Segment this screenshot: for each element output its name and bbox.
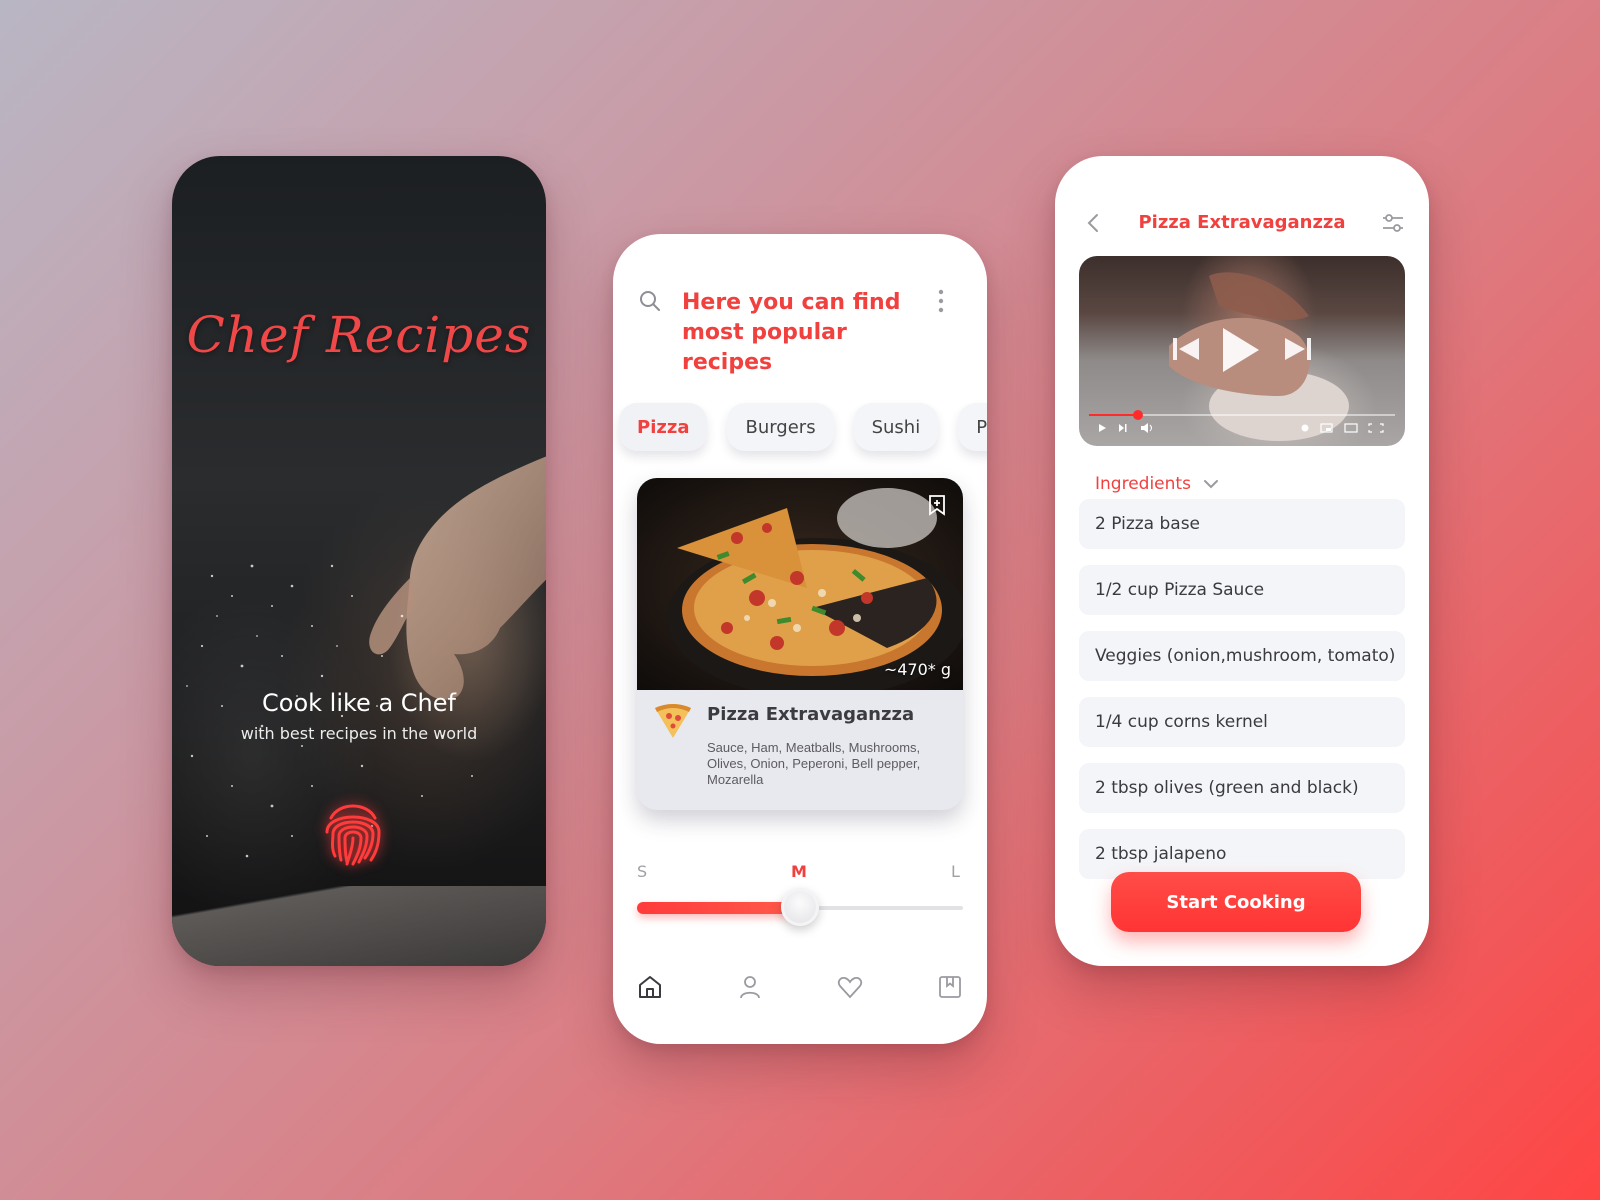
heart-icon[interactable] xyxy=(837,974,863,1000)
video-progress-fill xyxy=(1089,414,1138,416)
ingredients-toggle[interactable]: Ingredients xyxy=(1095,474,1219,494)
size-label-l[interactable]: L xyxy=(951,862,960,881)
subheadline: with best recipes in the world xyxy=(240,724,478,743)
next-small-icon[interactable] xyxy=(1119,424,1127,432)
fullscreen-icon[interactable] xyxy=(1368,423,1384,433)
home-icon[interactable] xyxy=(637,974,663,1000)
ingredients-label: Ingredients xyxy=(1095,474,1191,494)
recipe-card[interactable]: ~470* g Pizza Extravaganzza Sauce, Ham, … xyxy=(637,478,963,810)
recipe-ingredients: Sauce, Ham, Meatballs, Mushrooms, Olives… xyxy=(707,740,921,787)
theater-icon[interactable] xyxy=(1344,423,1358,433)
search-icon[interactable] xyxy=(639,290,661,312)
brand-title: Chef Recipes xyxy=(186,306,532,364)
recipes-screen: Here you can find most popular recipes P… xyxy=(613,234,987,1044)
pizza-photo xyxy=(637,478,963,690)
ingredients-list: 2 Pizza base 1/2 cup Pizza Sauce Veggies… xyxy=(1079,499,1405,895)
category-chip-sushi[interactable]: Sushi xyxy=(853,403,939,451)
play-icon[interactable] xyxy=(1223,328,1259,372)
category-chips: Pizza Burgers Sushi Pa xyxy=(613,403,987,455)
headline: Cook like a Chef xyxy=(262,689,456,717)
ingredient-item: 2 tbsp olives (green and black) xyxy=(1079,763,1405,813)
page-title: Here you can find most popular recipes xyxy=(682,290,901,375)
start-cooking-button[interactable]: Start Cooking xyxy=(1111,872,1361,932)
page-title: Pizza Extravaganzza xyxy=(1138,212,1346,233)
chevron-down-icon xyxy=(1203,480,1218,489)
ingredient-item: 2 Pizza base xyxy=(1079,499,1405,549)
size-label-m[interactable]: M xyxy=(791,862,807,881)
countertop xyxy=(172,886,546,966)
recipe-title: Pizza Extravaganzza xyxy=(707,704,915,725)
miniplayer-icon[interactable] xyxy=(1320,423,1333,433)
size-slider-thumb[interactable] xyxy=(781,888,819,926)
bookmark-add-icon[interactable] xyxy=(927,494,947,516)
more-vertical-icon[interactable] xyxy=(931,288,951,314)
video-controls xyxy=(1089,328,1395,433)
bottom-tab-bar xyxy=(613,974,987,1014)
video-progress-knob[interactable] xyxy=(1132,410,1143,420)
size-label-s[interactable]: S xyxy=(637,862,647,881)
ingredient-item: 1/2 cup Pizza Sauce xyxy=(1079,565,1405,615)
size-slider-fill xyxy=(637,902,800,914)
size-slider[interactable] xyxy=(637,888,963,926)
recipe-detail-screen: Pizza Extravaganzza Ingredients 2 Pizza … xyxy=(1055,156,1429,966)
play-small-icon[interactable] xyxy=(1099,424,1106,432)
splash-screen: Chef Recipes Cook like a Chef with best … xyxy=(172,156,546,966)
category-chip-pizza[interactable]: Pizza xyxy=(619,403,708,451)
weight-label: ~470* g xyxy=(883,660,951,679)
video-player[interactable] xyxy=(1079,256,1405,446)
pizza-slice-icon xyxy=(655,704,691,738)
filter-sliders-icon[interactable] xyxy=(1381,212,1405,234)
user-icon[interactable] xyxy=(737,974,763,1000)
settings-icon[interactable] xyxy=(1301,424,1309,432)
fingerprint-icon[interactable] xyxy=(321,796,385,868)
skip-previous-icon[interactable] xyxy=(1173,338,1199,360)
ingredient-item: Veggies (onion,mushroom, tomato) xyxy=(1079,631,1405,681)
ingredient-item: 1/4 cup corns kernel xyxy=(1079,697,1405,747)
category-chip-partial[interactable]: Pa xyxy=(958,403,987,451)
volume-icon[interactable] xyxy=(1141,423,1152,433)
bookmark-icon[interactable] xyxy=(937,974,963,1000)
category-chip-burgers[interactable]: Burgers xyxy=(727,403,834,451)
skip-next-icon[interactable] xyxy=(1285,338,1311,360)
